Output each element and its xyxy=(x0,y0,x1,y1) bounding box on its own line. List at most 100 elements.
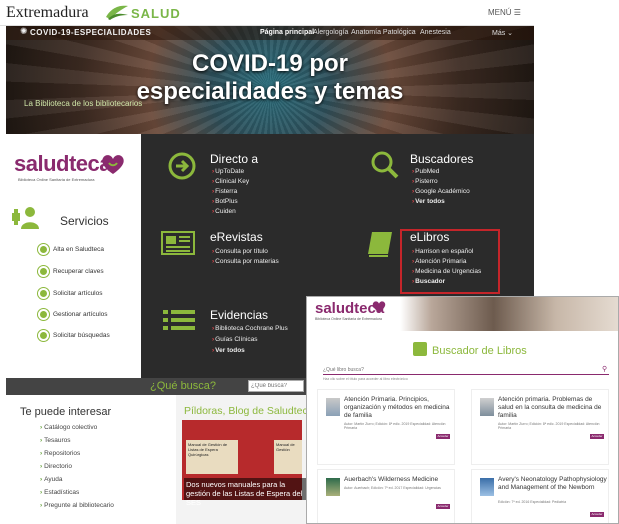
link-tesauros[interactable]: › Tesauros xyxy=(40,437,71,444)
link-ver-todos-evidencias-label: Ver todos xyxy=(215,347,245,354)
book-meta: Edición: 7ª ed. 2016 Especialidad: Pedia… xyxy=(498,500,567,504)
link-clinical-key[interactable]: ›Clinical Key xyxy=(212,178,249,185)
link-consulta-titulo[interactable]: ›Consulta por título xyxy=(212,248,268,255)
book-title[interactable]: Atención Primaria. Principios, organizac… xyxy=(344,396,454,420)
link-ayuda[interactable]: › Ayuda xyxy=(40,476,63,483)
link-consulta-materias[interactable]: ›Consulta por materias xyxy=(212,258,279,265)
interesar-title: Te puede interesar xyxy=(20,406,112,418)
evidencias-title: Evidencias xyxy=(210,308,269,322)
link-fisterra[interactable]: ›Fisterra xyxy=(212,188,237,195)
book-cover xyxy=(326,398,340,416)
link-estadisticas[interactable]: › Estadísticas xyxy=(40,489,79,496)
overlay-note: Haz clic sobre el título para acceder al… xyxy=(323,377,408,381)
pildoras-title[interactable]: Píldoras, Blog de Saludteca xyxy=(184,405,314,417)
servicio-solicitar-busquedas[interactable]: Solicitar búsquedas xyxy=(53,332,110,339)
link-catalogo-label: Catálogo colectivo xyxy=(44,424,98,431)
link-cochrane[interactable]: ›Biblioteca Cochrane Plus xyxy=(212,325,288,332)
servicio-icon xyxy=(38,309,49,320)
screenshot-root: Extremadura SALUD MENÚ ☰ ✺ COVID-19-ESPE… xyxy=(0,0,619,524)
buscador-libros-overlay: saludteca Biblioteca Online Sanitaria de… xyxy=(306,296,619,524)
book-access-button[interactable]: Acceder xyxy=(590,512,604,517)
link-pisterro-label: Pisterro xyxy=(415,178,438,185)
heart-logo-icon xyxy=(102,155,124,174)
saludteca-tagline: Biblioteca Online Sanitaria de Extremadu… xyxy=(18,177,95,182)
book-search-input[interactable] xyxy=(323,366,609,375)
book-title[interactable]: Avery's Neonatology Pathophysiology and … xyxy=(498,476,608,492)
blog-post-caption[interactable]: Dos nuevos manuales para la gestión de l… xyxy=(184,478,306,507)
saludteca-logo[interactable]: saludteca xyxy=(14,151,112,177)
book-title[interactable]: Auerbach's Wilderness Medicine xyxy=(344,476,454,484)
manual-cover-1: Manual de Gestión de Listas de Espera Qu… xyxy=(186,440,238,474)
overlay-tagline: Biblioteca Online Sanitaria de Extremadu… xyxy=(315,317,382,321)
link-google-academico[interactable]: ›Google Académico xyxy=(412,188,470,195)
servicio-icon xyxy=(38,266,49,277)
servicio-gestionar[interactable]: Gestionar artículos xyxy=(53,311,108,318)
search-icon xyxy=(371,151,399,179)
servicio-icon xyxy=(38,244,49,255)
link-uptodate-label: UpToDate xyxy=(215,168,245,175)
elibros-highlight-box xyxy=(400,229,500,294)
link-uptodate[interactable]: ›UpToDate xyxy=(212,168,244,175)
link-guias-clinicas[interactable]: ›Guías Clínicas xyxy=(212,336,257,343)
search-icon[interactable]: ⚲ xyxy=(602,365,607,373)
link-botplus[interactable]: ›BotPlus xyxy=(212,198,238,205)
book-card[interactable]: Avery's Neonatology Pathophysiology and … xyxy=(471,469,609,523)
link-ver-todos-evidencias[interactable]: ›Ver todos xyxy=(212,347,245,354)
link-tesauros-label: Tesauros xyxy=(44,437,71,444)
search-input[interactable] xyxy=(248,380,304,392)
link-repositorios-label: Repositorios xyxy=(44,450,81,457)
link-pregunte-label: Pregunte al bibliotecario xyxy=(44,502,114,509)
link-fisterra-label: Fisterra xyxy=(215,188,238,195)
book-access-button[interactable]: Acceder xyxy=(436,434,450,439)
link-pregunte[interactable]: › Pregunte al bibliotecario xyxy=(40,502,114,509)
link-pubmed[interactable]: ›PubMed xyxy=(412,168,439,175)
erevistas-title: eRevistas xyxy=(210,230,263,244)
link-ver-todos-buscadores-label: Ver todos xyxy=(415,198,445,205)
nav-item-anatomia[interactable]: Anatomía Patológica xyxy=(351,29,416,36)
link-cuiden[interactable]: ›Cuiden xyxy=(212,208,236,215)
book-icon xyxy=(413,342,427,356)
book-card[interactable]: Atención primaria. Problemas de salud en… xyxy=(471,389,609,465)
link-directorio-label: Directorio xyxy=(44,463,72,470)
hero-subtitle: La Biblioteca de los bibliotecarios xyxy=(24,99,143,108)
overlay-title: Buscador de Libros xyxy=(432,345,527,357)
directo-title: Directo a xyxy=(210,152,259,166)
book-card[interactable]: Atención Primaria. Principios, organizac… xyxy=(317,389,455,465)
brand-salud: SALUD xyxy=(131,6,181,21)
book-cover xyxy=(480,478,494,496)
book-title[interactable]: Atención primaria. Problemas de salud en… xyxy=(498,396,608,420)
link-catalogo[interactable]: › Catálogo colectivo xyxy=(40,424,97,431)
book-access-button[interactable]: Acceder xyxy=(590,434,604,439)
link-pisterro[interactable]: ›Pisterro xyxy=(412,178,438,185)
link-directorio[interactable]: › Directorio xyxy=(40,463,72,470)
servicio-icon xyxy=(38,288,49,299)
nav-item-principal[interactable]: Página principal xyxy=(260,29,314,36)
book-access-button[interactable]: Acceder xyxy=(436,504,450,509)
hero-nav-bar: ✺ COVID-19-ESPECIALIDADES Página princip… xyxy=(6,26,534,40)
covid-site-title[interactable]: COVID-19-ESPECIALIDADES xyxy=(30,28,151,37)
link-google-academico-label: Google Académico xyxy=(415,188,470,195)
menu-button[interactable]: MENÚ ☰ xyxy=(488,8,521,17)
brand-extremadura[interactable]: Extremadura xyxy=(6,4,89,22)
book-icon xyxy=(368,232,392,257)
search-label: ¿Qué busca? xyxy=(150,380,217,392)
servicio-solicitar-articulos[interactable]: Solicitar artículos xyxy=(53,290,103,297)
nav-item-mas[interactable]: Más ⌄ xyxy=(492,29,513,37)
link-pubmed-label: PubMed xyxy=(415,168,440,175)
book-cover xyxy=(326,478,340,496)
book-meta: Autor: Martín Zurro; Edición: 8ª edic. 2… xyxy=(344,422,446,430)
nav-item-anestesia[interactable]: Anestesia xyxy=(420,29,451,36)
link-estadisticas-label: Estadísticas xyxy=(44,489,80,496)
servicios-title: Servicios xyxy=(60,214,109,228)
link-repositorios[interactable]: › Repositorios xyxy=(40,450,80,457)
servicio-recuperar[interactable]: Recuperar claves xyxy=(53,268,104,275)
nav-item-alergologia[interactable]: Alergología xyxy=(313,29,348,36)
book-meta: Autor: Auerbach; Edición: 7ª ed. 2017 Es… xyxy=(344,486,441,490)
book-cover xyxy=(480,398,494,416)
servicio-alta[interactable]: Alta en Saludteca xyxy=(53,246,104,253)
heart-logo-icon xyxy=(372,301,386,313)
book-card[interactable]: Auerbach's Wilderness Medicine Autor: Au… xyxy=(317,469,455,523)
link-consulta-titulo-label: Consulta por título xyxy=(215,248,268,255)
link-botplus-label: BotPlus xyxy=(215,198,238,205)
link-ver-todos-buscadores[interactable]: ›Ver todos xyxy=(412,198,445,205)
